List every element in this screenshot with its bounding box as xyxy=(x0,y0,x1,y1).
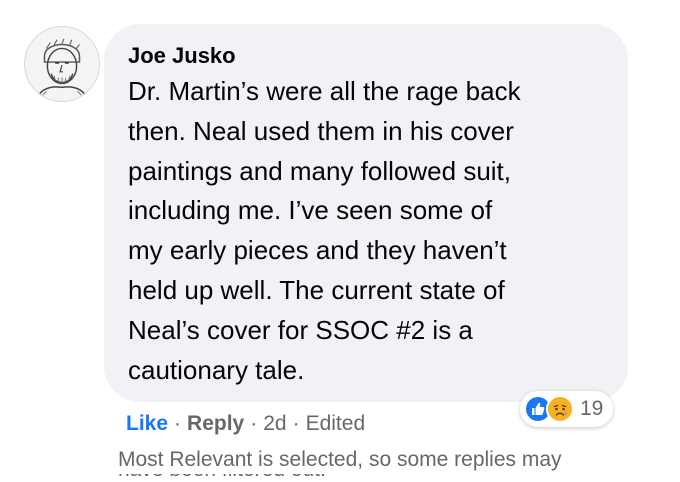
comment-body-line: Neal’s cover for SSOC #2 is a xyxy=(128,314,473,345)
filter-notice: Most Relevant is selected, so some repli… xyxy=(118,448,562,471)
comment-body-line: including me. I’ve seen some of xyxy=(128,195,493,226)
comment-body-line: Dr. Martin’s were all the rage back xyxy=(128,76,521,106)
filter-notice-continued: have been filtered out. xyxy=(118,474,348,482)
comment-body-line: held up well. The current state of xyxy=(128,274,505,305)
reactions-summary[interactable]: 19 xyxy=(520,391,614,427)
comment-author[interactable]: Joe Jusko xyxy=(128,42,606,70)
sketch-portrait-avatar-icon xyxy=(25,27,99,101)
like-button[interactable]: Like xyxy=(126,410,168,438)
separator-dot: · xyxy=(292,412,300,435)
filter-notice-partial: have been filtered out. xyxy=(118,474,348,482)
avatar[interactable] xyxy=(24,26,100,102)
edited-label[interactable]: Edited xyxy=(306,410,366,438)
timestamp[interactable]: 2d xyxy=(263,410,286,438)
comment-bubble: Joe Jusko Dr. Martin’s were all the rage… xyxy=(104,24,628,402)
care-icon xyxy=(546,395,574,423)
reply-button[interactable]: Reply xyxy=(187,410,244,438)
separator-dot: · xyxy=(174,412,182,435)
separator-dot: · xyxy=(250,412,258,435)
reaction-count: 19 xyxy=(580,397,604,420)
comment-body-line: paintings and many followed suit, xyxy=(128,155,512,186)
comment-body-line: then. Neal used them in his cover xyxy=(128,115,514,146)
comment-body-line: my early pieces and they haven’t xyxy=(128,235,507,266)
comment-actions: Like · Reply · 2d · Edited xyxy=(126,410,365,438)
comment-body-line: cautionary tale. xyxy=(128,354,305,385)
